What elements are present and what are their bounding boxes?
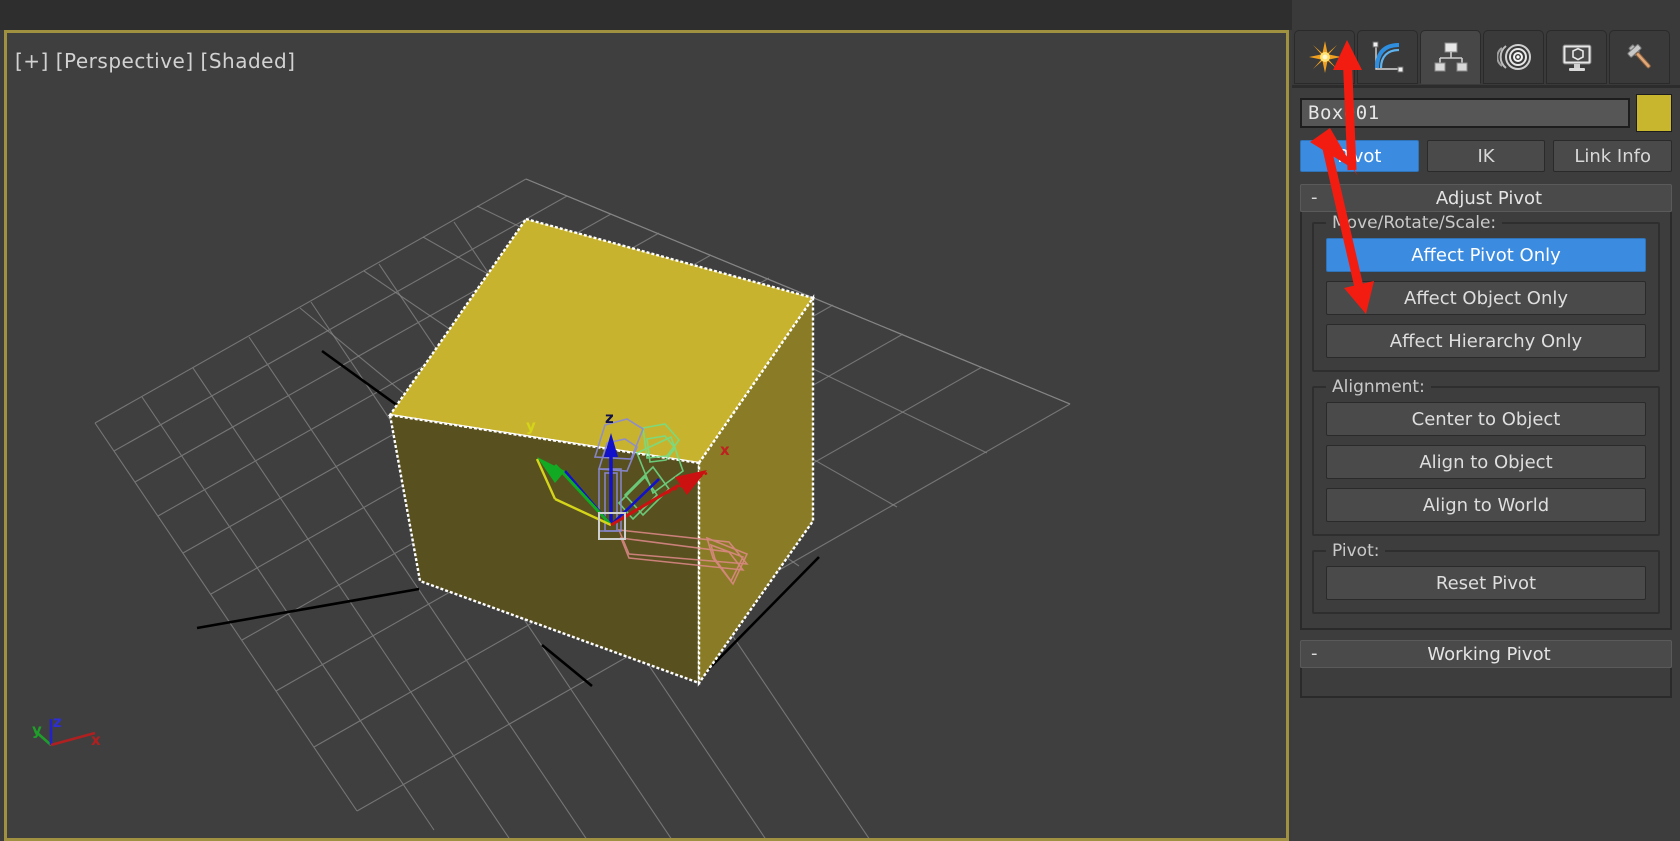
object-name-row: Box001 (1300, 94, 1672, 132)
star-burst-icon (1308, 40, 1342, 74)
rollout-working-pivot-body (1300, 668, 1672, 698)
rollout-working-pivot-toggle-icon[interactable]: - (1311, 645, 1318, 663)
tripod-z-label: z (53, 713, 62, 731)
tripod-y-label: y (32, 721, 42, 739)
group-move-rotate-scale-legend: Move/Rotate/Scale: (1326, 213, 1503, 233)
tab-hierarchy[interactable] (1420, 30, 1481, 84)
max-application-window: [+] [Perspective] [Shaded] z y x y z x B… (0, 0, 1680, 841)
subtab-pivot[interactable]: Pivot (1300, 140, 1419, 172)
viewport-canvas[interactable]: [+] [Perspective] [Shaded] z y x y z x (7, 33, 1286, 838)
box-object (387, 217, 815, 687)
rollout-working-pivot-title: Working Pivot (1427, 643, 1551, 665)
align-to-world-button[interactable]: Align to World (1326, 488, 1646, 522)
command-panel-tab-bar (1292, 30, 1680, 86)
tab-motion[interactable] (1483, 30, 1544, 84)
tab-create[interactable] (1294, 30, 1355, 84)
tripod-x-label: x (91, 731, 101, 749)
curve-icon (1371, 40, 1405, 74)
command-panel-body: Box001 Pivot IK Link Info - Adjust Pivot (1292, 88, 1680, 841)
rollout-working-pivot-header[interactable]: - Working Pivot (1300, 640, 1672, 668)
group-move-rotate-scale: Move/Rotate/Scale: Affect Pivot Only Aff… (1312, 213, 1660, 372)
hierarchy-tree-icon (1434, 40, 1468, 74)
tab-modify[interactable] (1357, 30, 1418, 84)
motion-circles-icon (1496, 40, 1531, 74)
reset-pivot-button[interactable]: Reset Pivot (1326, 566, 1646, 600)
group-alignment: Alignment: Center to Object Align to Obj… (1312, 377, 1660, 536)
hammer-icon (1623, 40, 1657, 74)
viewport-label[interactable]: [+] [Perspective] [Shaded] (15, 49, 295, 73)
rollout-adjust-pivot-header[interactable]: - Adjust Pivot (1300, 184, 1672, 212)
group-alignment-legend: Alignment: (1326, 377, 1431, 397)
hierarchy-subtab-row: Pivot IK Link Info (1300, 140, 1673, 172)
center-to-object-button[interactable]: Center to Object (1326, 402, 1646, 436)
group-pivot-legend: Pivot: (1326, 541, 1386, 561)
rollout-adjust-pivot: - Adjust Pivot Move/Rotate/Scale: Affect… (1300, 184, 1672, 630)
viewport-3d-scene (34, 178, 1071, 838)
affect-pivot-only-button[interactable]: Affect Pivot Only (1326, 238, 1646, 272)
rollout-adjust-pivot-title: Adjust Pivot (1435, 187, 1543, 209)
rollout-toggle-icon[interactable]: - (1311, 189, 1318, 207)
gizmo-z-label: z (605, 409, 614, 427)
viewport-axis-tripod (34, 719, 96, 747)
tab-display[interactable] (1546, 30, 1607, 84)
object-name-field[interactable]: Box001 (1300, 98, 1630, 128)
object-color-swatch[interactable] (1636, 94, 1672, 132)
subtab-link-info[interactable]: Link Info (1553, 140, 1673, 172)
align-to-object-button[interactable]: Align to Object (1326, 445, 1646, 479)
tab-utilities[interactable] (1609, 30, 1670, 84)
affect-hierarchy-only-button[interactable]: Affect Hierarchy Only (1326, 324, 1646, 358)
gizmo-y-label: y (526, 417, 536, 435)
affect-object-only-button[interactable]: Affect Object Only (1326, 281, 1646, 315)
group-pivot: Pivot: Reset Pivot (1312, 541, 1660, 614)
perspective-viewport[interactable]: [+] [Perspective] [Shaded] z y x y z x (4, 30, 1289, 841)
gizmo-x-label: x (720, 441, 730, 459)
rollout-working-pivot: - Working Pivot (1300, 640, 1672, 698)
rollout-adjust-pivot-body: Move/Rotate/Scale: Affect Pivot Only Aff… (1300, 212, 1672, 630)
command-panel: Box001 Pivot IK Link Info - Adjust Pivot (1292, 0, 1680, 841)
subtab-ik[interactable]: IK (1426, 140, 1546, 172)
display-monitor-icon (1560, 40, 1594, 74)
